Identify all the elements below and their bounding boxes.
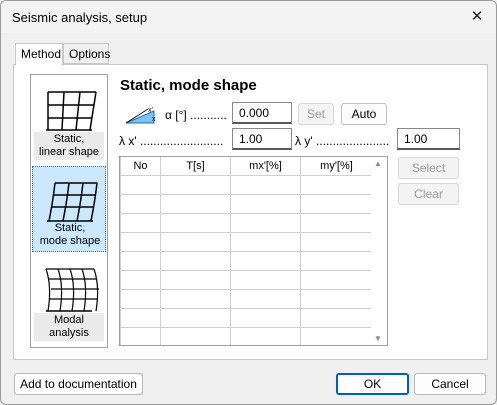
vertical-scrollbar[interactable]: ▲ ▼ xyxy=(371,157,387,345)
table-row[interactable] xyxy=(120,174,373,195)
table-row[interactable] xyxy=(120,212,373,233)
section-heading: Static, mode shape xyxy=(120,77,257,94)
method-label: Modal analysis xyxy=(34,313,104,341)
method-list[interactable]: Static, linear shape Static, mode shape … xyxy=(30,74,108,348)
lambda-y-input[interactable] xyxy=(397,128,460,150)
table-row[interactable] xyxy=(120,307,373,328)
clear-button[interactable]: Clear xyxy=(398,183,459,205)
column-no[interactable]: No xyxy=(120,157,161,176)
dialog-window: Seismic analysis, setup ✕ Method Options xyxy=(0,0,497,405)
method-label: Static, linear shape xyxy=(34,132,104,160)
window-title: Seismic analysis, setup xyxy=(12,10,148,25)
method-static-mode[interactable]: Static, mode shape xyxy=(32,166,106,252)
scroll-down-arrow-icon[interactable]: ▼ xyxy=(374,334,382,343)
set-button[interactable]: Set xyxy=(298,103,334,125)
modal-analysis-icon xyxy=(45,268,99,312)
method-panel: Static, linear shape Static, mode shape … xyxy=(13,64,488,360)
table-row[interactable] xyxy=(120,269,373,290)
cancel-button[interactable]: Cancel xyxy=(414,373,486,395)
table-header-row: No T[s] mx'[%] my'[%] xyxy=(120,157,373,176)
method-static-linear[interactable]: Static, linear shape xyxy=(32,76,106,162)
add-to-documentation-button[interactable]: Add to documentation xyxy=(14,373,143,395)
mode-table[interactable]: No T[s] mx'[%] my'[%] ▲ ▼ xyxy=(119,156,388,346)
tab-method[interactable]: Method xyxy=(15,43,63,66)
angle-direction-icon: x' x xyxy=(125,107,156,124)
title-bar: Seismic analysis, setup ✕ xyxy=(1,1,496,33)
ok-button[interactable]: OK xyxy=(336,373,409,395)
alpha-input[interactable] xyxy=(232,102,292,124)
close-button[interactable]: ✕ xyxy=(466,6,488,28)
table-row[interactable] xyxy=(120,250,373,271)
column-period[interactable]: T[s] xyxy=(160,157,231,176)
table-row[interactable] xyxy=(120,326,373,345)
column-mx[interactable]: mx'[%] xyxy=(230,157,301,176)
alpha-label: α [°] ........... xyxy=(165,108,227,122)
svg-text:x: x xyxy=(152,116,156,123)
method-modal-analysis[interactable]: Modal analysis xyxy=(32,257,106,343)
column-my[interactable]: my'[%] xyxy=(300,157,373,176)
lambda-x-label: λ x' ......................... xyxy=(119,134,224,148)
scroll-up-arrow-icon[interactable]: ▲ xyxy=(374,159,382,168)
method-label: Static, mode shape xyxy=(39,222,101,247)
static-linear-icon xyxy=(46,91,97,131)
auto-button[interactable]: Auto xyxy=(341,103,387,125)
lambda-y-label: λ y' ...................... xyxy=(295,134,390,148)
svg-text:x': x' xyxy=(148,107,153,114)
table-row[interactable] xyxy=(120,288,373,309)
table-row[interactable] xyxy=(120,231,373,252)
lambda-x-input[interactable] xyxy=(232,128,292,150)
table-row[interactable] xyxy=(120,193,373,214)
static-mode-icon xyxy=(47,182,98,222)
select-button[interactable]: Select xyxy=(398,157,459,179)
tab-options[interactable]: Options xyxy=(63,43,110,64)
